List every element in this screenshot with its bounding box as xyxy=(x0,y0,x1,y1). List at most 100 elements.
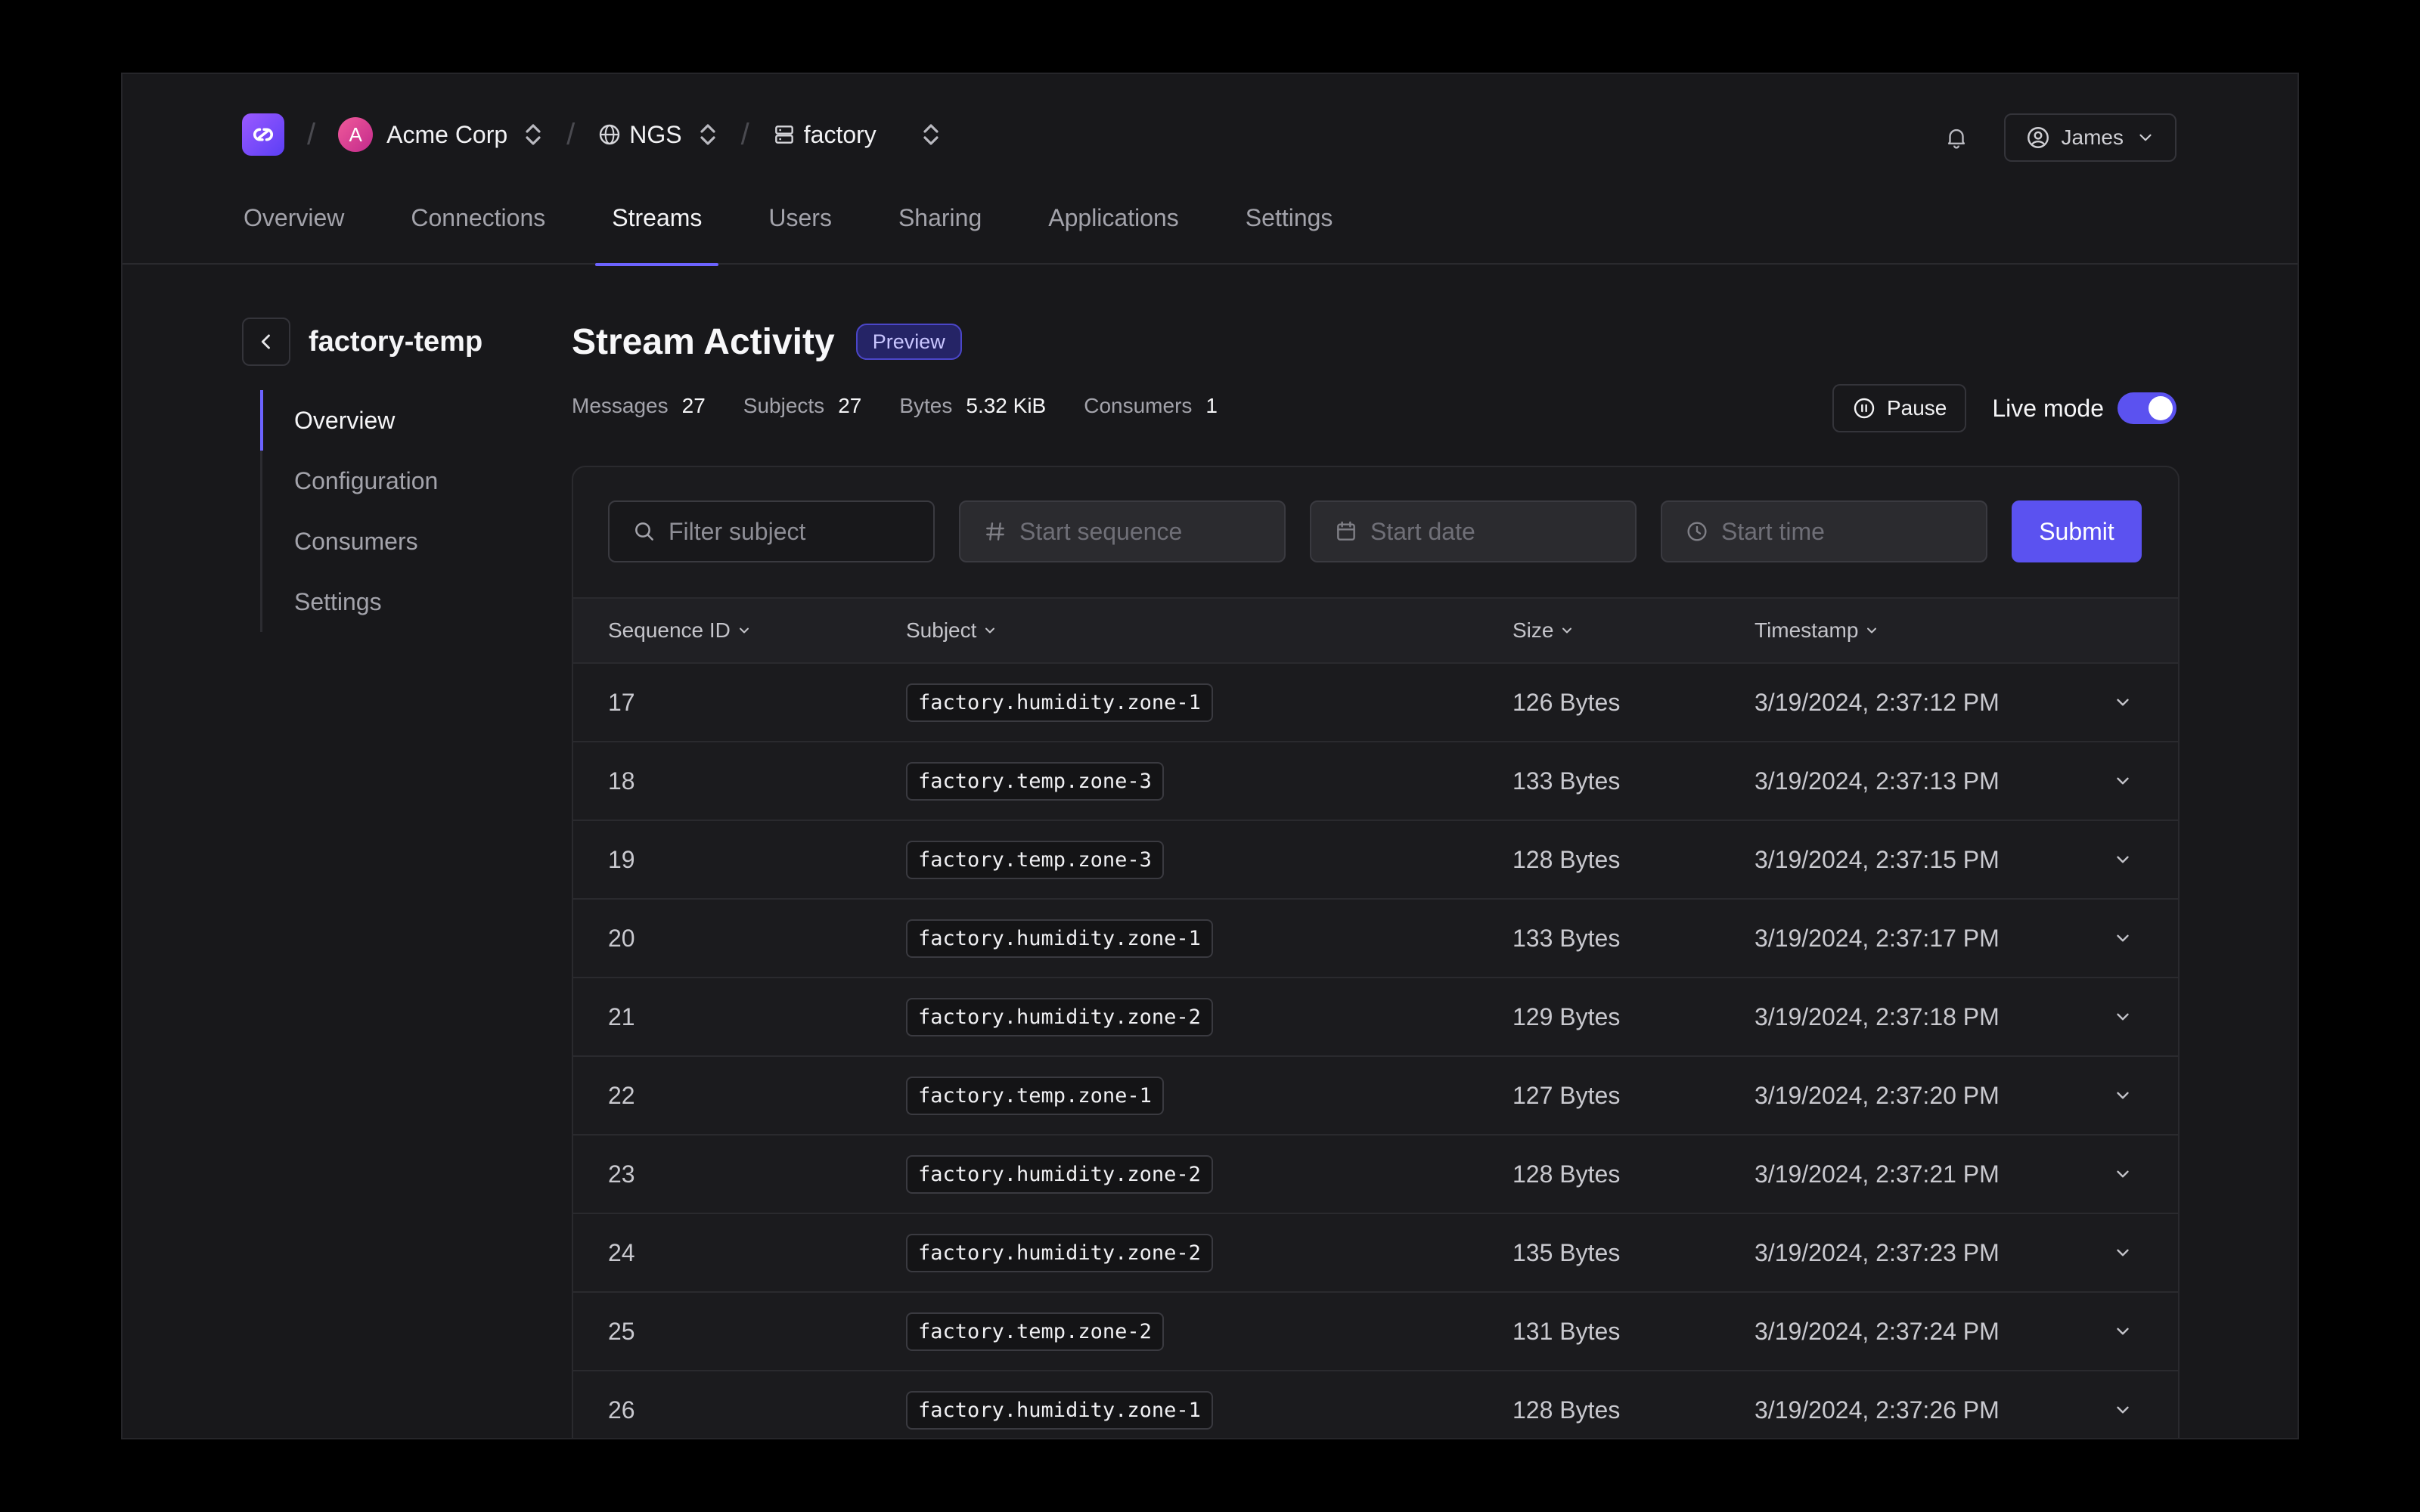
column-subject[interactable]: Subject xyxy=(906,618,997,643)
expand-row-button[interactable] xyxy=(2113,821,2133,898)
expand-row-button[interactable] xyxy=(2113,1214,2133,1291)
back-button[interactable] xyxy=(242,318,290,366)
bell-icon[interactable] xyxy=(1944,125,1969,150)
timestamp-cell: 3/19/2024, 2:37:15 PM xyxy=(1754,845,2000,873)
app-window: / A Acme Corp / NGS / factory James Over… xyxy=(121,73,2299,1439)
org-name: Acme Corp xyxy=(386,120,508,148)
column-sequence-id[interactable]: Sequence ID xyxy=(608,618,752,643)
table-row[interactable]: 25 factory.temp.zone-2 131 Bytes 3/19/20… xyxy=(573,1293,2178,1371)
stat-value: 27 xyxy=(681,394,706,417)
subject-chip: factory.humidity.zone-1 xyxy=(906,1390,1213,1430)
timestamp-cell: 3/19/2024, 2:37:17 PM xyxy=(1754,924,2000,952)
expand-row-button[interactable] xyxy=(2113,742,2133,820)
timestamp-cell: 3/19/2024, 2:37:26 PM xyxy=(1754,1396,2000,1424)
tab-applications[interactable]: Applications xyxy=(1032,198,1196,265)
column-label: Timestamp xyxy=(1754,618,1859,642)
column-label: Subject xyxy=(906,618,977,642)
tab-sharing[interactable]: Sharing xyxy=(882,198,998,265)
column-size[interactable]: Size xyxy=(1512,618,1575,643)
subject-cell: factory.temp.zone-3 xyxy=(906,821,1164,898)
tab-settings[interactable]: Settings xyxy=(1229,198,1350,265)
sequence-id-cell: 25 xyxy=(608,1317,635,1345)
timestamp-cell: 3/19/2024, 2:37:18 PM xyxy=(1754,1002,2000,1030)
stream-controls: Pause Live mode xyxy=(1832,384,2176,432)
expand-row-button[interactable] xyxy=(2113,1371,2133,1438)
table-row[interactable]: 17 factory.humidity.zone-1 126 Bytes 3/1… xyxy=(573,664,2178,742)
globe-icon xyxy=(600,124,620,145)
subject-chip: factory.humidity.zone-1 xyxy=(906,683,1213,722)
pause-button[interactable]: Pause xyxy=(1832,384,1967,432)
expand-row-button[interactable] xyxy=(2113,978,2133,1055)
start-sequence-input[interactable]: Start sequence xyxy=(959,500,1286,562)
table-row[interactable]: 20 factory.humidity.zone-1 133 Bytes 3/1… xyxy=(573,900,2178,978)
breadcrumb: / A Acme Corp / NGS / factory xyxy=(242,113,942,156)
expand-row-button[interactable] xyxy=(2113,900,2133,977)
user-menu-button[interactable]: James xyxy=(2003,113,2176,162)
account-switcher[interactable]: factory xyxy=(772,121,942,149)
table-row[interactable]: 24 factory.humidity.zone-2 135 Bytes 3/1… xyxy=(573,1214,2178,1293)
stream-name: factory-temp xyxy=(309,325,483,358)
expand-row-button[interactable] xyxy=(2113,664,2133,741)
tab-streams[interactable]: Streams xyxy=(595,198,719,266)
chevron-down-icon xyxy=(2117,777,2129,785)
sequence-id-cell: 17 xyxy=(608,688,635,716)
chevron-down-icon xyxy=(1867,627,1877,634)
chevron-down-icon xyxy=(2117,934,2129,942)
subject-cell: factory.humidity.zone-1 xyxy=(906,1371,1213,1438)
system-switcher[interactable]: NGS xyxy=(597,121,718,149)
table-row[interactable]: 21 factory.humidity.zone-2 129 Bytes 3/1… xyxy=(573,978,2178,1057)
expand-row-button[interactable] xyxy=(2113,1057,2133,1134)
stat-label: Bytes xyxy=(899,394,953,417)
stat-label: Messages xyxy=(572,394,669,417)
chevron-down-icon xyxy=(2117,1013,2129,1021)
start-sequence-placeholder: Start sequence xyxy=(1019,517,1183,545)
start-date-input[interactable]: Start date xyxy=(1310,500,1637,562)
stat-label: Consumers xyxy=(1084,394,1193,417)
sidebar-item-settings[interactable]: Settings xyxy=(262,572,487,632)
sidebar-item-overview[interactable]: Overview xyxy=(260,390,487,451)
size-cell: 128 Bytes xyxy=(1512,845,1621,873)
timestamp-cell: 3/19/2024, 2:37:13 PM xyxy=(1754,767,2000,795)
chevron-down-icon xyxy=(2117,699,2129,706)
sequence-id-cell: 18 xyxy=(608,767,635,795)
chevron-up-down-icon xyxy=(700,124,715,145)
preview-badge: Preview xyxy=(855,324,962,360)
filter-subject-input[interactable]: Filter subject xyxy=(608,500,935,562)
start-time-placeholder: Start time xyxy=(1721,517,1825,545)
subject-chip: factory.temp.zone-3 xyxy=(906,840,1164,879)
toggle-knob xyxy=(2149,396,2173,420)
size-cell: 133 Bytes xyxy=(1512,767,1621,795)
filter-subject-placeholder: Filter subject xyxy=(669,517,806,545)
stat-label: Subjects xyxy=(743,394,825,417)
table-row[interactable]: 23 factory.humidity.zone-2 128 Bytes 3/1… xyxy=(573,1136,2178,1214)
sequence-id-cell: 20 xyxy=(608,924,635,952)
tab-connections[interactable]: Connections xyxy=(394,198,562,265)
timestamp-cell: 3/19/2024, 2:37:23 PM xyxy=(1754,1238,2000,1266)
expand-row-button[interactable] xyxy=(2113,1136,2133,1213)
sidebar-item-configuration[interactable]: Configuration xyxy=(262,451,487,511)
timestamp-cell: 3/19/2024, 2:37:21 PM xyxy=(1754,1160,2000,1188)
live-mode-toggle[interactable] xyxy=(2118,392,2176,424)
app-logo-icon[interactable] xyxy=(242,113,284,156)
timestamp-cell: 3/19/2024, 2:37:24 PM xyxy=(1754,1317,2000,1345)
table-row[interactable]: 18 factory.temp.zone-3 133 Bytes 3/19/20… xyxy=(573,742,2178,821)
tab-users[interactable]: Users xyxy=(752,198,849,265)
size-cell: 129 Bytes xyxy=(1512,1002,1621,1030)
size-cell: 128 Bytes xyxy=(1512,1160,1621,1188)
header-actions: James xyxy=(1944,113,2176,162)
system-name: NGS xyxy=(629,120,682,148)
calendar-icon xyxy=(1337,521,1355,541)
org-switcher[interactable]: A Acme Corp xyxy=(338,117,544,152)
chevron-up-down-icon xyxy=(923,124,939,145)
table-row[interactable]: 26 factory.humidity.zone-1 128 Bytes 3/1… xyxy=(573,1371,2178,1438)
table-row[interactable]: 22 factory.temp.zone-1 127 Bytes 3/19/20… xyxy=(573,1057,2178,1136)
sidebar-item-consumers[interactable]: Consumers xyxy=(262,511,487,572)
column-timestamp[interactable]: Timestamp xyxy=(1754,618,1879,643)
submit-button[interactable]: Submit xyxy=(2012,500,2142,562)
start-time-input[interactable]: Start time xyxy=(1661,500,1987,562)
tab-overview[interactable]: Overview xyxy=(227,198,361,265)
stat-bytes: Bytes 5.32 KiB xyxy=(899,394,1046,418)
stat-value: 5.32 KiB xyxy=(966,394,1047,417)
expand-row-button[interactable] xyxy=(2113,1293,2133,1370)
table-row[interactable]: 19 factory.temp.zone-3 128 Bytes 3/19/20… xyxy=(573,821,2178,900)
